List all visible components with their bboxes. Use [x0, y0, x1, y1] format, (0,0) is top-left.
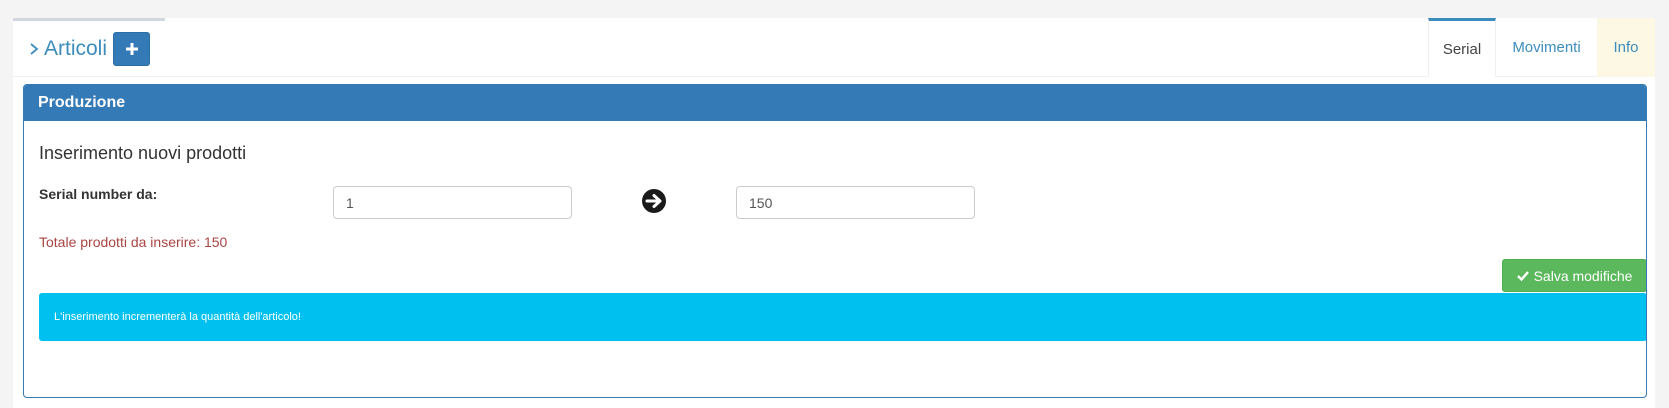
- panel-heading: Produzione: [24, 85, 1646, 121]
- save-button-label: Salva modifiche: [1533, 267, 1633, 284]
- chevron-right-icon: [30, 43, 39, 55]
- produzione-panel: Produzione Inserimento nuovi prodotti Se…: [23, 84, 1647, 398]
- serial-from-input[interactable]: [333, 186, 572, 219]
- arrow-right-circle-icon: [642, 189, 666, 213]
- page-title: Articoli: [44, 37, 108, 60]
- serial-to-input[interactable]: [736, 186, 975, 219]
- tab-info[interactable]: Info: [1597, 18, 1655, 77]
- tab-bar: Serial Movimenti Info: [1428, 18, 1655, 77]
- info-alert: L'inserimento incrementerà la quantità d…: [39, 293, 1646, 341]
- tab-serial[interactable]: Serial: [1428, 18, 1496, 77]
- tab-movimenti[interactable]: Movimenti: [1496, 18, 1597, 77]
- header-accent-line: [13, 18, 165, 21]
- plus-icon: [125, 43, 138, 55]
- page-header: Articoli: [28, 32, 151, 66]
- save-changes-button[interactable]: Salva modifiche: [1502, 259, 1646, 292]
- add-article-button[interactable]: [113, 32, 151, 66]
- header-divider: [13, 76, 1655, 77]
- check-icon: [1516, 271, 1529, 281]
- total-products-text: Totale prodotti da inserire: 150: [39, 234, 228, 250]
- serial-label: Serial number da:: [39, 186, 158, 202]
- section-title: Inserimento nuovi prodotti: [39, 143, 247, 163]
